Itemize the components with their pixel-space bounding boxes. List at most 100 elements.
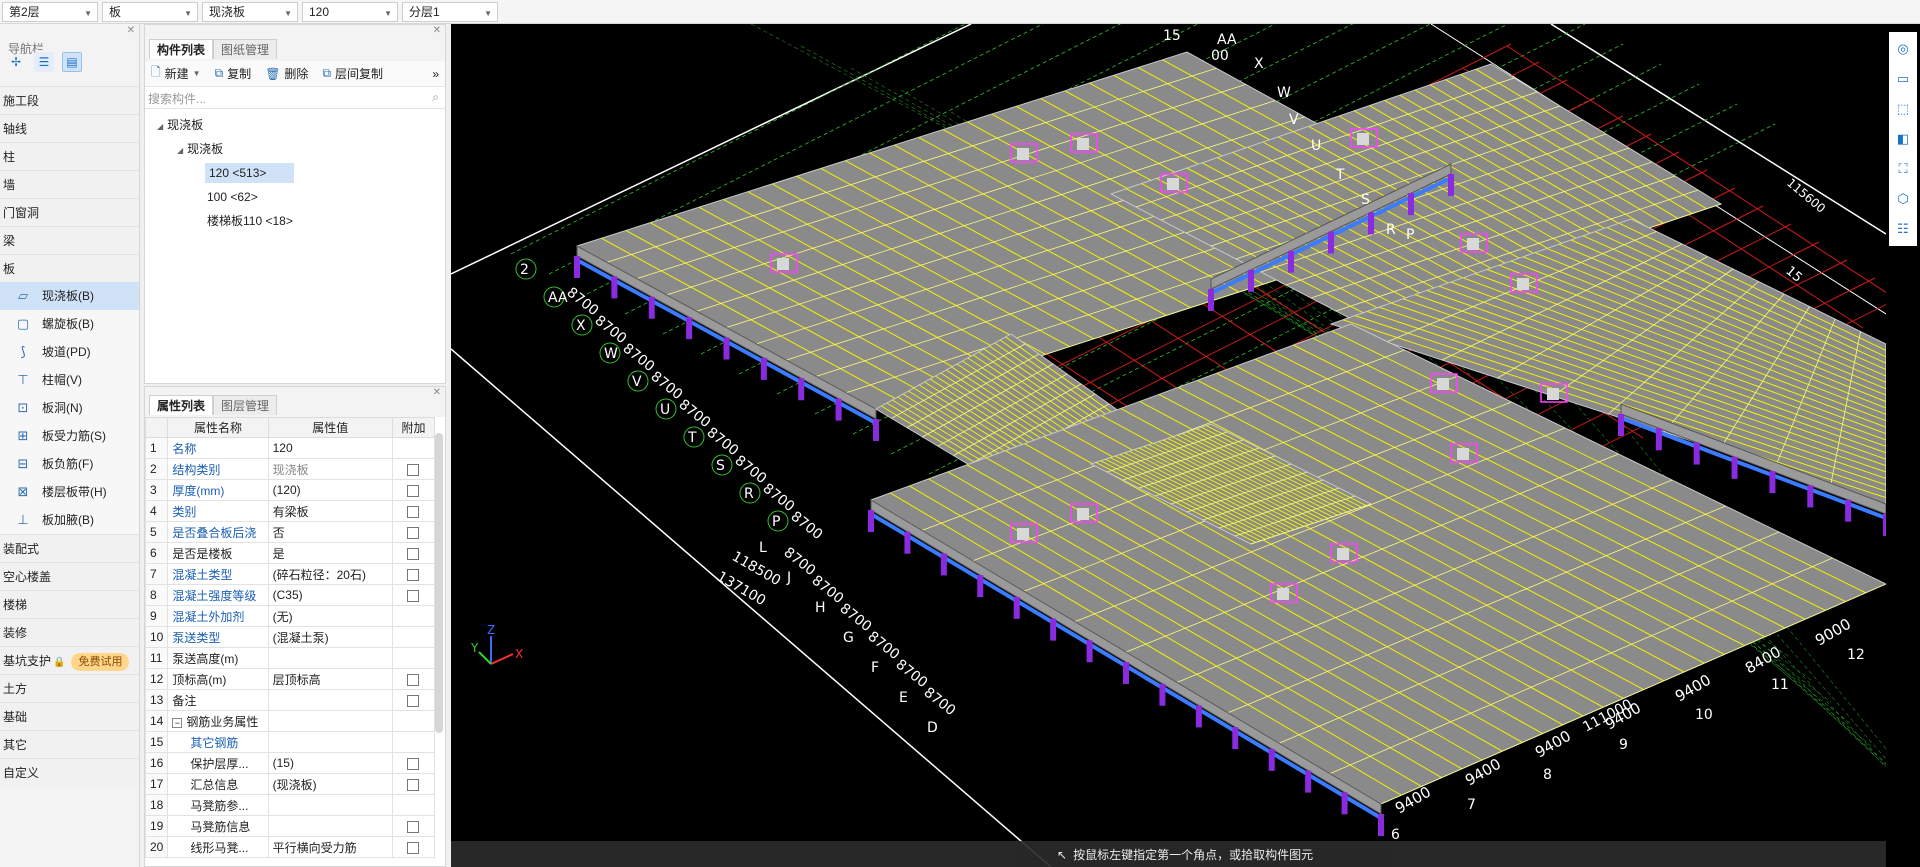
nav-category[interactable]: 板 (0, 254, 139, 282)
component-select[interactable]: 120 ▼ (302, 2, 398, 22)
property-row[interactable]: 12 顶标高(m) 层顶标高 (145, 668, 436, 690)
attach-checkbox[interactable] (407, 526, 420, 539)
nav-slab-item[interactable]: ⊥ 板加腋(B) (0, 506, 139, 534)
tree-child[interactable]: ◢ 现浇板 (145, 137, 445, 161)
attach-checkbox[interactable] (407, 820, 420, 833)
solid-cube-icon[interactable]: ◧ (1889, 124, 1917, 154)
delete-button[interactable]: 🗑 删除 (265, 65, 308, 82)
close-icon[interactable]: ✕ (127, 25, 135, 36)
close-icon[interactable]: ✕ (433, 25, 441, 36)
property-row[interactable]: 18 马凳筋参... (145, 794, 436, 816)
nav-category[interactable]: 基础 (0, 702, 139, 730)
nav-category[interactable]: 空心楼盖 (0, 562, 139, 590)
property-value[interactable]: 现浇板 (267, 458, 393, 480)
nav-category[interactable]: 轴线 (0, 114, 139, 142)
property-value[interactable]: (现浇板) (267, 773, 393, 795)
nav-slab-item[interactable]: ⊠ 楼层板带(H) (0, 478, 139, 506)
property-value[interactable] (267, 815, 393, 837)
3d-viewport[interactable]: 2 AA X W V U T S R P 8700 8700 8700 8700 8700 8700 8700 8… (451, 24, 1886, 867)
expand-icon[interactable]: ◢ (177, 146, 183, 155)
sublayer-select[interactable]: 分层1 ▼ (402, 2, 498, 22)
tab-component-list[interactable]: 构件列表 (149, 39, 214, 59)
more-icon[interactable]: » (432, 67, 439, 81)
property-row[interactable]: 13 备注 (145, 689, 436, 711)
property-value[interactable] (267, 710, 393, 732)
property-value[interactable]: (C35) (267, 584, 393, 606)
property-value[interactable] (267, 689, 393, 711)
tab-property-list[interactable]: 属性列表 (149, 395, 214, 415)
attach-checkbox[interactable] (407, 505, 420, 518)
nav-category[interactable]: 土方 (0, 674, 139, 702)
nav-category[interactable]: 自定义 (0, 758, 139, 786)
nav-category[interactable]: 梁 (0, 226, 139, 254)
property-value[interactable] (267, 731, 393, 753)
dynamic-view-icon[interactable]: ◎ (1889, 34, 1917, 64)
property-row[interactable]: 7 混凝土类型 (碎石粒径：20石) (145, 563, 436, 585)
property-value[interactable]: (无) (267, 605, 393, 627)
attach-checkbox[interactable] (407, 568, 420, 581)
detail-view-icon[interactable]: ▤ (62, 52, 82, 72)
nav-category[interactable]: 门窗洞 (0, 198, 139, 226)
display-settings-icon[interactable]: ☷ (1889, 214, 1917, 244)
2d-view-icon[interactable]: ▭ (1889, 64, 1917, 94)
property-row[interactable]: 16 保护层厚... (15) (145, 752, 436, 774)
scrollbar[interactable] (435, 433, 443, 733)
property-row[interactable]: 5 是否叠合板后浇 否 (145, 521, 436, 543)
attach-checkbox[interactable] (407, 484, 420, 497)
property-value[interactable]: (混凝土泵) (267, 626, 393, 648)
property-value[interactable]: 是 (267, 542, 393, 564)
nav-category[interactable]: 柱 (0, 142, 139, 170)
expand-icon[interactable]: ◢ (157, 122, 163, 131)
attach-checkbox[interactable] (407, 463, 420, 476)
property-value[interactable]: 120 (267, 437, 393, 459)
attach-checkbox[interactable] (407, 694, 420, 707)
nav-category[interactable]: 装修 (0, 618, 139, 646)
property-row[interactable]: 11 泵送高度(m) (145, 647, 436, 669)
list-view-icon[interactable]: ☰ (34, 52, 54, 72)
3d-cube-icon[interactable]: ⬚ (1889, 94, 1917, 124)
nav-slab-item[interactable]: ⊤ 柱帽(V) (0, 366, 139, 394)
search-input[interactable]: 搜索构件... ⌕ (145, 87, 445, 109)
attach-checkbox[interactable] (407, 778, 420, 791)
property-value[interactable]: 平行横向受力筋 (267, 836, 393, 858)
layer-view-icon[interactable]: ⬡ (1889, 184, 1917, 214)
attach-checkbox[interactable] (407, 547, 420, 560)
property-value[interactable]: 否 (267, 521, 393, 543)
attach-checkbox[interactable] (407, 673, 420, 686)
tab-drawing-management[interactable]: 图纸管理 (213, 39, 278, 59)
pin-icon[interactable]: ✢ (6, 52, 26, 72)
category-select[interactable]: 板 ▼ (102, 2, 198, 22)
new-button[interactable]: 🗋 新建 ▼ (151, 63, 201, 84)
attach-checkbox[interactable] (407, 757, 420, 770)
property-value[interactable]: 有梁板 (267, 500, 393, 522)
copy-button[interactable]: ⧉ 复制 (215, 65, 252, 82)
property-value[interactable]: (碎石粒径：20石) (267, 563, 393, 585)
free-trial-badge[interactable]: 免费试用 (71, 653, 130, 671)
property-value[interactable] (267, 794, 393, 816)
property-row[interactable]: 20 线形马凳... 平行横向受力筋 (145, 836, 436, 858)
property-row[interactable]: 8 混凝土强度等级 (C35) (145, 584, 436, 606)
nav-slab-item[interactable]: ▢ 螺旋板(B) (0, 310, 139, 338)
floor-copy-button[interactable]: ⧉ 层间复制 (322, 65, 383, 82)
property-row[interactable]: 10 泵送类型 (混凝土泵) (145, 626, 436, 648)
property-row[interactable]: 17 汇总信息 (现浇板) (145, 773, 436, 795)
nav-slab-item[interactable]: ⊟ 板负筋(F) (0, 450, 139, 478)
nav-slab-item[interactable]: ⟆ 坡道(PD) (0, 338, 139, 366)
property-row[interactable]: 19 马凳筋信息 (145, 815, 436, 837)
tree-item-stair-slab[interactable]: 楼梯板110 <18> (145, 209, 445, 233)
property-value[interactable]: (120) (267, 479, 393, 501)
attach-checkbox[interactable] (407, 841, 420, 854)
property-value[interactable] (267, 647, 393, 669)
nav-category[interactable]: 墙 (0, 170, 139, 198)
tree-item-120[interactable]: 120 <513> (145, 161, 445, 185)
property-row[interactable]: 6 是否是楼板 是 (145, 542, 436, 564)
property-value[interactable]: (15) (267, 752, 393, 774)
nav-slab-item[interactable]: ▱ 现浇板(B) (0, 282, 139, 310)
property-row[interactable]: 15 其它钢筋 (145, 731, 436, 753)
property-row[interactable]: 3 厚度(mm) (120) (145, 479, 436, 501)
tree-item-100[interactable]: 100 <62> (145, 185, 445, 209)
property-row[interactable]: 14 − 钢筋业务属性 (145, 710, 436, 732)
type-select[interactable]: 现浇板 ▼ (202, 2, 298, 22)
fit-view-icon[interactable]: ⛶ (1889, 154, 1917, 184)
collapse-icon[interactable]: − (172, 717, 183, 728)
